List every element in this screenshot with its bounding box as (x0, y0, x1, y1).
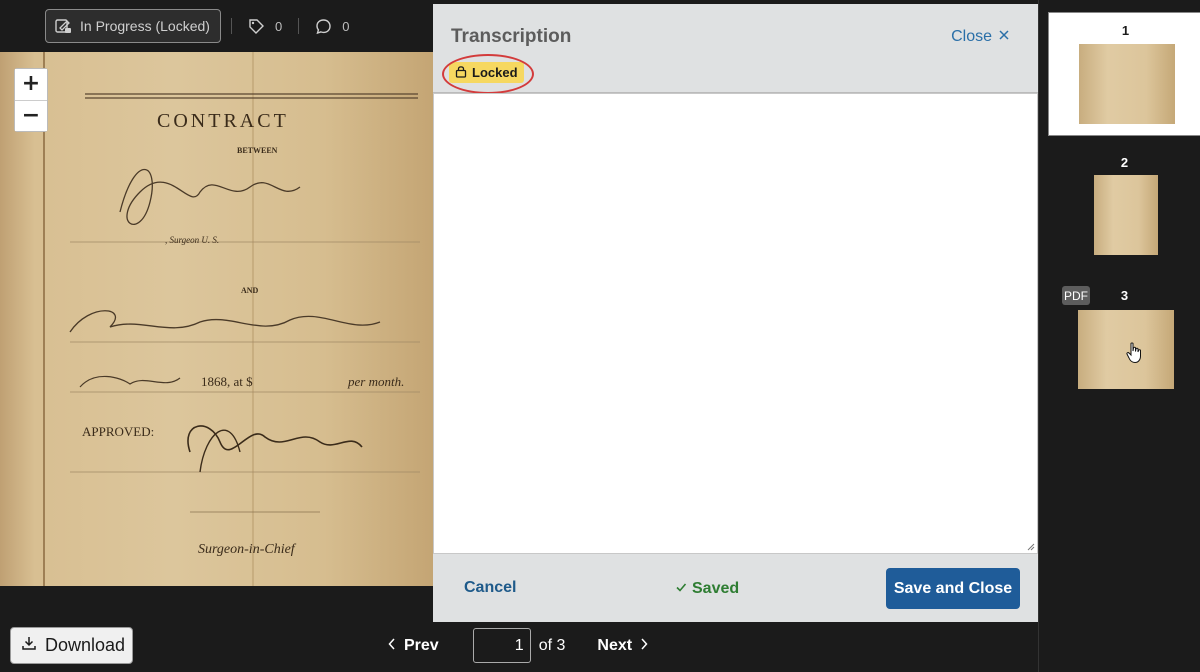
panel-header: Transcription Close Locked (433, 4, 1038, 94)
zoom-in-button[interactable]: + (15, 69, 47, 100)
status-pill[interactable]: In Progress (Locked) (45, 9, 221, 43)
divider (230, 18, 232, 34)
saved-status: Saved (675, 580, 739, 598)
next-label: Next (597, 636, 633, 654)
thumbnail-page-2[interactable]: 2 (1048, 150, 1200, 260)
highlight-ring (442, 54, 534, 94)
divider (298, 18, 300, 34)
prev-button[interactable]: Prev (388, 637, 439, 655)
status-label: In Progress (Locked) (80, 18, 210, 34)
document-surgeon-in-chief: Surgeon-in-Chief (198, 542, 295, 557)
document-viewer[interactable]: CONTRACT BETWEEN , Surgeon U. S. AND 186… (0, 52, 433, 586)
document-and: AND (241, 286, 259, 295)
transcription-panel: Transcription Close Locked Cancel Saved … (433, 4, 1038, 622)
pdf-badge: PDF (1062, 286, 1090, 305)
hand-cursor-icon (1126, 342, 1141, 364)
thumbnail-image (1079, 44, 1175, 124)
zoom-out-button[interactable]: − (15, 99, 47, 131)
document-per-month: per month. (348, 374, 405, 389)
save-and-close-button[interactable]: Save and Close (886, 568, 1020, 609)
saved-label: Saved (692, 580, 740, 597)
download-button[interactable]: Download (10, 627, 133, 664)
viewer-footer (0, 586, 433, 622)
checkmark-icon (675, 580, 687, 598)
cancel-button[interactable]: Cancel (464, 579, 516, 597)
thumbnail-number: 1 (1121, 23, 1130, 38)
zoom-controls: + − (14, 68, 48, 132)
comment-icon (315, 18, 332, 35)
thumbnail-image (1094, 175, 1158, 255)
resize-grip-icon[interactable] (1025, 541, 1035, 551)
page-total: of 3 (538, 636, 566, 654)
tags-count-value: 0 (274, 18, 283, 34)
download-label: Download (45, 635, 126, 655)
document-surgeon-line: , Surgeon U. S. (165, 235, 220, 245)
tag-icon (248, 18, 265, 35)
document-heading: CONTRACT (157, 110, 289, 132)
thumbnail-sidebar: 1 2 3 (1038, 0, 1200, 672)
next-button[interactable]: Next (597, 637, 648, 655)
comments-count[interactable]: 0 (309, 18, 355, 35)
document-between: BETWEEN (237, 146, 278, 155)
panel-title: Transcription (451, 26, 572, 47)
app-root: In Progress (Locked) 0 0 CONTRACT BETWEE… (0, 0, 1200, 672)
document-image: CONTRACT BETWEEN , Surgeon U. S. AND 186… (0, 52, 433, 586)
pagination: Prev of 3 Next (388, 627, 648, 664)
chevron-right-icon (640, 637, 648, 655)
close-icon (998, 28, 1010, 46)
document-month-line: 1868, at $ (201, 374, 253, 389)
thumbnail-number: 2 (1120, 155, 1129, 170)
bottom-bar: Download Prev of 3 Next (0, 622, 1038, 672)
close-button[interactable]: Close (951, 28, 1010, 46)
edit-locked-icon (54, 17, 72, 35)
comments-count-value: 0 (342, 18, 350, 34)
chevron-left-icon (388, 637, 396, 655)
tags-count[interactable]: 0 (242, 18, 288, 35)
thumbnail-page-1[interactable]: 1 (1048, 12, 1200, 136)
viewer-toolbar: In Progress (Locked) 0 0 (0, 0, 433, 52)
page-number-input[interactable] (472, 628, 531, 663)
download-icon (21, 635, 37, 656)
document-approved: APPROVED: (82, 424, 155, 439)
close-label: Close (951, 28, 992, 45)
panel-footer: Cancel Saved Save and Close (433, 553, 1038, 622)
prev-label: Prev (404, 636, 439, 654)
transcription-textarea[interactable] (433, 93, 1038, 554)
